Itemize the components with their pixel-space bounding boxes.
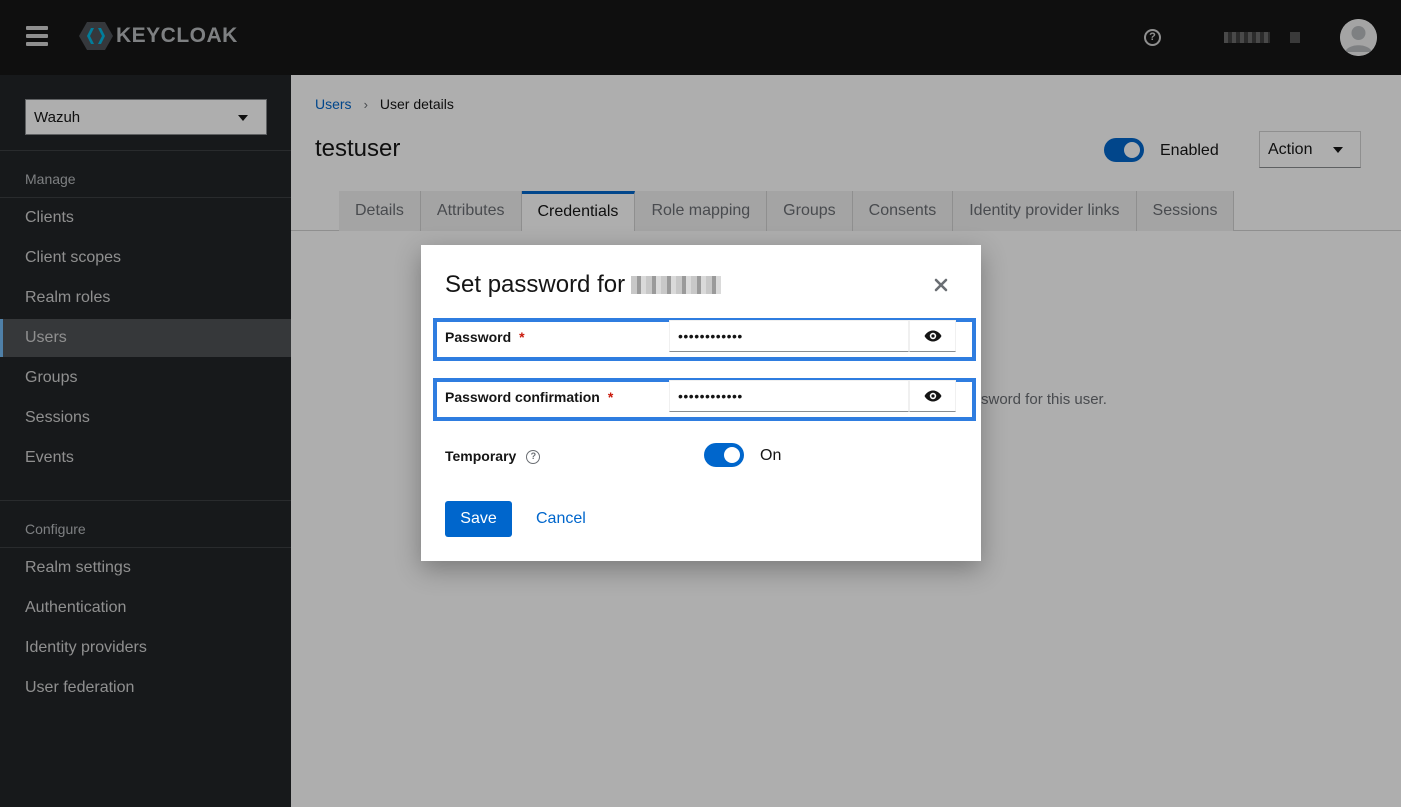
help-icon[interactable]: ? xyxy=(526,450,541,465)
modal-title: Set password for xyxy=(445,271,722,299)
save-button[interactable]: Save xyxy=(445,501,512,537)
eye-icon xyxy=(924,390,941,402)
temporary-toggle[interactable] xyxy=(704,443,744,467)
close-icon[interactable] xyxy=(933,277,949,293)
password-label: Password * xyxy=(445,329,525,345)
modal-title-text: Set password for xyxy=(445,271,626,298)
temporary-state-label: On xyxy=(760,447,782,464)
toggle-knob xyxy=(724,447,740,463)
temporary-label: Temporary? xyxy=(445,448,541,465)
required-mark: * xyxy=(519,329,525,345)
eye-icon xyxy=(924,330,941,342)
set-password-modal: Set password for Password * •••••••••••• … xyxy=(421,245,981,561)
show-confirmation-button[interactable] xyxy=(909,380,956,412)
password-confirmation-label: Password confirmation * xyxy=(445,389,614,405)
password-input[interactable]: •••••••••••• xyxy=(669,320,909,352)
redacted-username xyxy=(631,276,722,294)
password-confirmation-input[interactable]: •••••••••••• xyxy=(669,380,909,412)
required-mark: * xyxy=(607,389,614,405)
show-password-button[interactable] xyxy=(909,320,956,352)
cancel-button[interactable]: Cancel xyxy=(536,501,586,537)
